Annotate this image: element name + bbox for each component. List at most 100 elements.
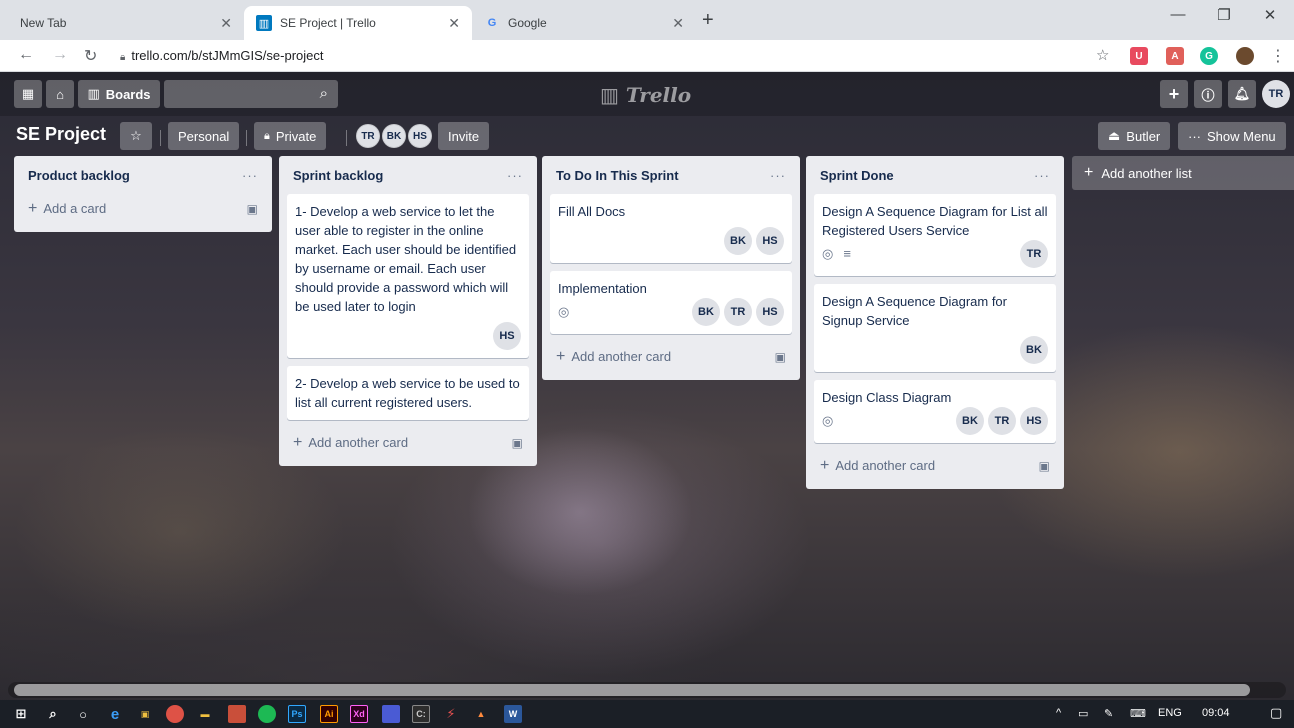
list-header[interactable]: Sprint backlog ···	[287, 156, 529, 194]
list-title[interactable]: Sprint backlog	[293, 168, 383, 183]
card-template-icon[interactable]: ▣	[247, 202, 258, 216]
browser-tab-google[interactable]: G Google ✕	[472, 6, 696, 40]
terminal-icon[interactable]: C:	[412, 705, 430, 723]
card[interactable]: 1- Develop a web service to let the user…	[287, 194, 529, 358]
language-indicator[interactable]: ENG	[1158, 707, 1182, 719]
list-header[interactable]: Sprint Done ···	[814, 156, 1056, 194]
clock[interactable]: 09:04	[1202, 707, 1230, 719]
card-member-avatar[interactable]: HS	[1020, 407, 1048, 435]
card-member-avatar[interactable]: BK	[692, 298, 720, 326]
new-tab-button[interactable]: +	[702, 10, 714, 30]
card-member-avatar[interactable]: BK	[724, 227, 752, 255]
card-member-avatar[interactable]: TR	[1020, 240, 1048, 268]
grammarly-extension-icon[interactable]: G	[1200, 47, 1218, 65]
windows-start-icon[interactable]: ⊞	[12, 705, 30, 723]
add-card-button[interactable]: + Add another card ▣	[287, 428, 529, 458]
store-icon[interactable]: ▣	[136, 705, 154, 723]
board-member-avatar[interactable]: HS	[408, 124, 432, 148]
boards-button[interactable]: ▥ Boards	[78, 80, 160, 108]
card-template-icon[interactable]: ▣	[775, 350, 786, 364]
add-card-button[interactable]: + Add a card ▣	[22, 194, 264, 224]
app-icon[interactable]	[382, 705, 400, 723]
list-menu-icon[interactable]: ···	[1034, 168, 1050, 183]
pocket-extension-icon[interactable]: U	[1130, 47, 1148, 65]
home-icon[interactable]: ⌂	[46, 80, 74, 108]
card[interactable]: Implementation ◎ BK TR HS	[550, 271, 792, 334]
illustrator-icon[interactable]: Ai	[320, 705, 338, 723]
add-card-button[interactable]: + Add another card ▣	[814, 451, 1056, 481]
forward-icon[interactable]: →	[52, 46, 68, 64]
network-icon[interactable]: ▭	[1078, 707, 1088, 720]
card-template-icon[interactable]: ▣	[1039, 459, 1050, 473]
cortana-icon[interactable]: ○	[74, 705, 92, 723]
search-icon[interactable]: ⌕	[44, 705, 62, 723]
star-board-icon[interactable]: ☆	[120, 122, 152, 150]
xd-icon[interactable]: Xd	[350, 705, 368, 723]
spotify-icon[interactable]	[258, 705, 276, 723]
card[interactable]: Design Class Diagram ◎ BK TR HS	[814, 380, 1056, 443]
back-icon[interactable]: ←	[18, 46, 34, 64]
close-icon[interactable]: ✕	[448, 15, 460, 32]
profile-avatar[interactable]	[1236, 47, 1254, 65]
card-template-icon[interactable]: ▣	[512, 436, 523, 450]
card-member-avatar[interactable]: BK	[1020, 336, 1048, 364]
bookmark-star-icon[interactable]: ☆	[1096, 46, 1109, 64]
pen-icon[interactable]: ✎	[1104, 707, 1113, 720]
list-title[interactable]: Sprint Done	[820, 168, 894, 183]
card-member-avatar[interactable]: TR	[724, 298, 752, 326]
card-member-avatar[interactable]: BK	[956, 407, 984, 435]
invite-button[interactable]: Invite	[438, 122, 490, 150]
info-icon[interactable]: ⓘ	[1194, 80, 1222, 108]
list-menu-icon[interactable]: ···	[242, 168, 258, 183]
restore-icon[interactable]: ❐	[1204, 6, 1244, 24]
card[interactable]: Design A Sequence Diagram for Signup Ser…	[814, 284, 1056, 372]
trello-logo[interactable]: ▥ Trello	[600, 83, 691, 107]
horizontal-scrollbar-thumb[interactable]	[14, 684, 1250, 696]
keyboard-icon[interactable]: ⌨	[1130, 707, 1146, 720]
app-icon[interactable]: ▲	[472, 705, 490, 723]
chrome-icon[interactable]	[166, 705, 184, 723]
search-input[interactable]: ⌕	[164, 80, 338, 108]
app-icon[interactable]: ⚡	[442, 705, 460, 723]
card-member-avatar[interactable]: HS	[756, 298, 784, 326]
tray-chevron-icon[interactable]: ^	[1056, 707, 1061, 719]
user-avatar[interactable]: TR	[1262, 80, 1290, 108]
photoshop-icon[interactable]: Ps	[288, 705, 306, 723]
url-field[interactable]: 🔒︎ trello.com/b/stJMmGIS/se-project	[120, 48, 323, 63]
board-member-avatar[interactable]: BK	[382, 124, 406, 148]
board-member-avatar[interactable]: TR	[356, 124, 380, 148]
card-member-avatar[interactable]: HS	[493, 322, 521, 350]
board-title[interactable]: SE Project	[16, 124, 106, 145]
app-icon[interactable]	[228, 705, 246, 723]
minimize-icon[interactable]: —	[1158, 6, 1198, 23]
reload-icon[interactable]: ↻	[84, 46, 97, 66]
list-title[interactable]: Product backlog	[28, 168, 130, 183]
list-title[interactable]: To Do In This Sprint	[556, 168, 679, 183]
card[interactable]: Design A Sequence Diagram for List all R…	[814, 194, 1056, 276]
close-icon[interactable]: ✕	[672, 15, 684, 32]
notifications-icon[interactable]: ▢	[1270, 705, 1282, 721]
pdf-extension-icon[interactable]: A	[1166, 47, 1184, 65]
list-header[interactable]: To Do In This Sprint ···	[550, 156, 792, 194]
visibility-button[interactable]: 🔒︎ Private	[254, 122, 327, 150]
butler-button[interactable]: ⏏ Butler	[1098, 122, 1171, 150]
word-icon[interactable]: W	[504, 705, 522, 723]
window-close-icon[interactable]: ✕	[1250, 6, 1290, 24]
edge-icon[interactable]: e	[106, 705, 124, 723]
card[interactable]: Fill All Docs BK HS	[550, 194, 792, 263]
list-header[interactable]: Product backlog ···	[22, 156, 264, 194]
list-menu-icon[interactable]: ···	[770, 168, 786, 183]
browser-tab-new-tab[interactable]: New Tab ✕	[8, 6, 244, 40]
browser-tab-trello[interactable]: ▥ SE Project | Trello ✕	[244, 6, 472, 40]
show-menu-button[interactable]: ··· Show Menu	[1178, 122, 1286, 150]
card-member-avatar[interactable]: HS	[756, 227, 784, 255]
personal-button[interactable]: Personal	[168, 122, 240, 150]
close-icon[interactable]: ✕	[220, 15, 232, 32]
browser-menu-icon[interactable]: ⋮	[1270, 46, 1286, 66]
card[interactable]: 2- Develop a web service to be used to l…	[287, 366, 529, 420]
list-menu-icon[interactable]: ···	[507, 168, 523, 183]
add-card-button[interactable]: + Add another card ▣	[550, 342, 792, 372]
file-explorer-icon[interactable]: ▬	[196, 705, 214, 723]
create-plus-icon[interactable]: +	[1160, 80, 1188, 108]
card-member-avatar[interactable]: TR	[988, 407, 1016, 435]
